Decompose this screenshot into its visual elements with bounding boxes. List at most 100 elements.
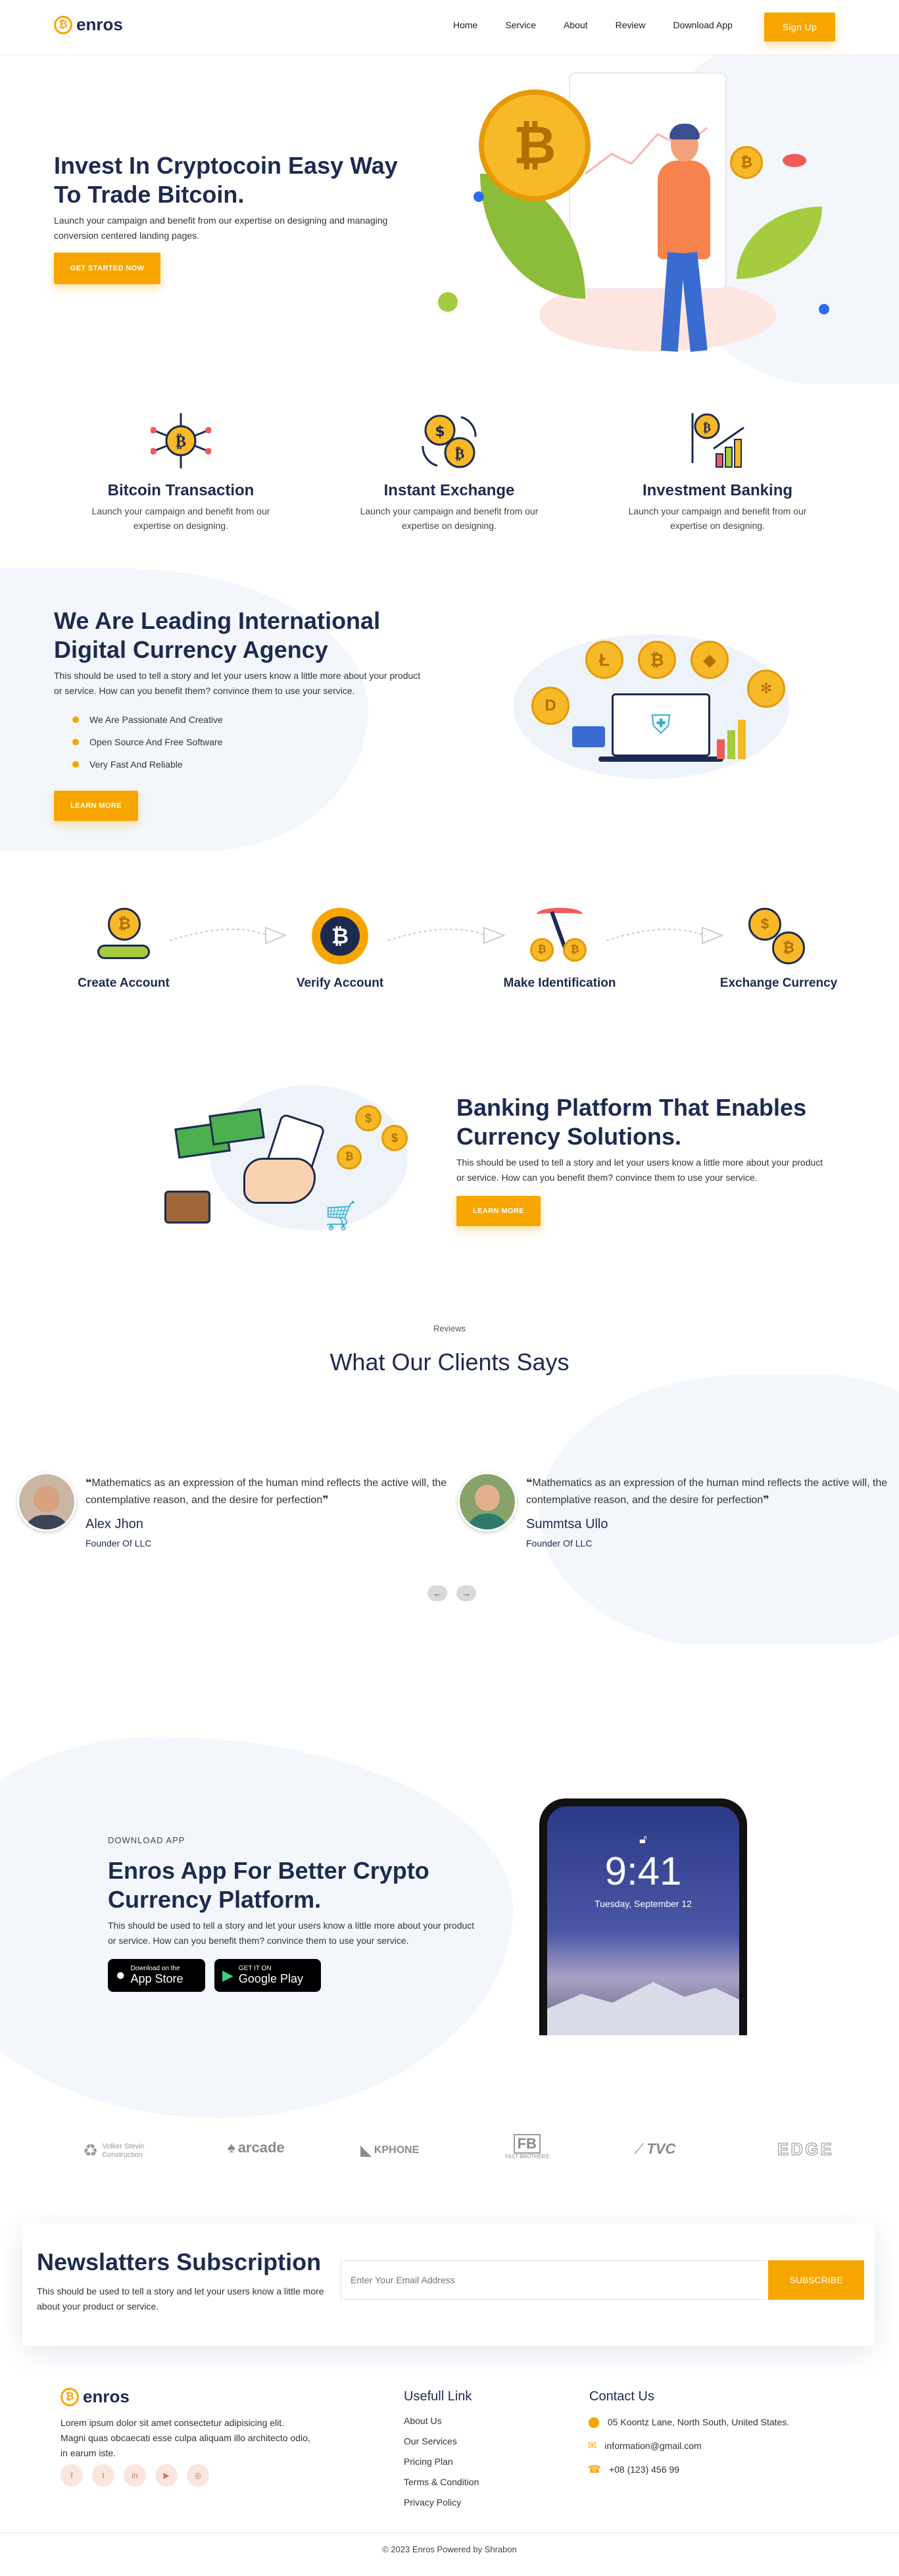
- phone-icon: ☎: [588, 2464, 601, 2475]
- google-play-icon: ▶: [222, 1967, 233, 1983]
- partners-section: ♻ Volker Stevin Construction ♠ arcade ◣ KPH…: [0, 2131, 899, 2171]
- site-footer: ₿ enros Lorem ipsum dolor sit amet conse…: [0, 2368, 899, 2576]
- recycle-icon: ♻: [83, 2141, 99, 2160]
- youtube-icon[interactable]: ▶: [155, 2464, 178, 2487]
- twitter-icon[interactable]: t: [92, 2464, 114, 2487]
- main-nav: Home Service About Review Download App: [453, 20, 733, 30]
- footer-link-terms[interactable]: Terms & Condition: [404, 2477, 479, 2487]
- banking-text: This should be used to tell a story and …: [456, 1157, 823, 1183]
- lock-icon: 🔓︎: [639, 1833, 647, 1846]
- footer-link-privacy[interactable]: Privacy Policy: [404, 2497, 479, 2508]
- briefcase-icon: [164, 1191, 210, 1224]
- quote-close-icon: ❞: [322, 1495, 329, 1506]
- phone-time: 9:41: [604, 1849, 682, 1893]
- hero-section: Invest In Cryptocoin Easy Way To Trade B…: [0, 55, 899, 397]
- step-icon-make-identification: ₿ ₿: [530, 908, 589, 964]
- nav-home[interactable]: Home: [453, 20, 477, 30]
- banking-illustration: $ $ ₿ 🛒︎: [158, 1059, 421, 1256]
- avatar: [17, 1472, 76, 1531]
- nav-download-app[interactable]: Download App: [673, 20, 733, 30]
- footer-link-pricing[interactable]: Pricing Plan: [404, 2456, 479, 2467]
- svg-text:₿: ₿: [176, 432, 186, 451]
- cart-icon: 🛒︎: [322, 1200, 359, 1232]
- signup-button[interactable]: Sign Up: [764, 12, 835, 41]
- reviews-title: What Our Clients Says: [329, 1349, 570, 1375]
- feature-title: Instant Exchange: [383, 482, 515, 499]
- instagram-icon[interactable]: ◎: [187, 2464, 209, 2487]
- contact-email[interactable]: ✉ information@gmail.com: [588, 2439, 702, 2452]
- google-play-button[interactable]: ▶ GET IT ON Google Play: [214, 1959, 321, 1992]
- reviews-section: Reviews What Our Clients Says ❝Mathemati…: [0, 1302, 899, 1645]
- app-section: DOWNLOAD APP Enros App For Better Crypto…: [0, 1710, 899, 2118]
- banking-learn-more-button[interactable]: LEARN MORE: [456, 1196, 541, 1226]
- about-point: Open Source And Free Software: [72, 737, 223, 747]
- next-review-button[interactable]: →: [456, 1585, 476, 1601]
- nav-about[interactable]: About: [564, 20, 588, 30]
- feature-card[interactable]: ₿ Investment Banking Launch your campaig…: [622, 410, 813, 533]
- feature-title: Investment Banking: [642, 482, 793, 499]
- partner-logo-edge: EDGE: [777, 2139, 834, 2160]
- get-started-button[interactable]: GET STARTED NOW: [54, 253, 160, 284]
- hero-title: Invest In Cryptocoin Easy Way To Trade B…: [54, 152, 398, 208]
- credit-card-icon: [572, 726, 605, 747]
- contact-address: ⬤ 05 Koontz Lane, North South, United Sta…: [588, 2417, 790, 2428]
- contact-phone[interactable]: ☎ +08 (123) 456 99: [588, 2463, 679, 2476]
- dollar-coin-icon: $: [381, 1125, 408, 1151]
- footer-links: About Us Our Services Pricing Plan Terms…: [404, 2415, 479, 2517]
- newsletter-text: This should be used to tell a story and …: [37, 2286, 324, 2312]
- facebook-icon[interactable]: f: [61, 2464, 83, 2487]
- footer-brand[interactable]: ₿ enros: [61, 2387, 130, 2407]
- reviews-eyebrow: Reviews: [433, 1324, 466, 1333]
- ripple-icon: ✻: [747, 670, 785, 708]
- feature-card[interactable]: $ ₿ Instant Exchange Launch your campaig…: [354, 410, 545, 533]
- small-bitcoin-coin-icon: ₿: [730, 146, 763, 179]
- tvc-swoosh-icon: ⟋: [634, 2141, 644, 2157]
- banking-section: $ $ ₿ 🛒︎ Banking Platform That Enables C…: [0, 1046, 899, 1283]
- step-icon-exchange-currency: $ ₿: [748, 908, 808, 967]
- k-shape-icon: ◣: [360, 2142, 372, 2158]
- step-icon-create-account: ₿: [97, 908, 150, 967]
- steps-section: ₿ ₿ ₿ ₿ $ ₿ Create Account Verify Accoun…: [0, 881, 899, 1013]
- app-store-button[interactable]: ● Download on the App Store: [108, 1959, 205, 1992]
- phone-mockup: 🔓︎ 9:41 Tuesday, September 12: [539, 1798, 747, 2035]
- nav-review[interactable]: Review: [616, 20, 646, 30]
- about-point: Very Fast And Reliable: [72, 759, 223, 770]
- footer-link-about[interactable]: About Us: [404, 2415, 479, 2426]
- bullet-icon: [72, 761, 79, 768]
- coin-exchange-icon: $ ₿: [422, 414, 477, 468]
- nav-service[interactable]: Service: [505, 20, 536, 30]
- footer-link-services[interactable]: Our Services: [404, 2436, 479, 2446]
- bitcoin-logo-icon: ₿: [61, 2387, 79, 2406]
- arrow-right-icon: →: [462, 1588, 471, 1598]
- newsletter-title: Newslatters Subscription: [37, 2248, 322, 2275]
- bullet-icon: [72, 716, 79, 723]
- bullet-icon: [72, 739, 79, 745]
- review-name: Alex Jhon: [85, 1517, 143, 1531]
- review-quote: ❝Mathematics as an expression of the hum…: [85, 1477, 447, 1506]
- feature-card[interactable]: ₿ Bitcoin Transaction Launch your campai…: [85, 410, 276, 533]
- partner-logo-kphone: ◣ KPHONE: [360, 2142, 420, 2158]
- bitcoin-icon: ₿: [638, 641, 676, 679]
- dash-icon: D: [531, 687, 570, 725]
- avatar: [458, 1472, 517, 1531]
- brand-logo[interactable]: ₿ enros: [54, 14, 123, 35]
- footer-about: Lorem ipsum dolor sit amet consectetur a…: [61, 2417, 310, 2458]
- banking-title: Banking Platform That Enables Currency S…: [456, 1094, 807, 1150]
- prev-review-button[interactable]: ←: [427, 1585, 447, 1601]
- bitcoin-coin-icon: ₿: [337, 1145, 362, 1170]
- mail-icon: ✉: [588, 2440, 597, 2452]
- subscribe-button[interactable]: SUBSCRIBE: [768, 2260, 864, 2300]
- about-text: This should be used to tell a story and …: [54, 670, 421, 696]
- apple-icon: ●: [116, 1966, 126, 1984]
- about-title: We Are Leading International Digital Cur…: [54, 607, 381, 663]
- dollar-coin-icon: $: [355, 1105, 381, 1131]
- step-arrow-icon: [606, 926, 724, 945]
- linkedin-icon[interactable]: in: [124, 2464, 146, 2487]
- reviews-bg-blob: [539, 1375, 899, 1645]
- footer-links-title: Usefull Link: [404, 2389, 472, 2404]
- svg-text:₿: ₿: [455, 446, 465, 462]
- step-title: Verify Account: [296, 976, 384, 990]
- about-learn-more-button[interactable]: LEARN MORE: [54, 791, 138, 821]
- newsletter-email-input[interactable]: [341, 2260, 769, 2300]
- step-arrow-icon: [170, 926, 287, 945]
